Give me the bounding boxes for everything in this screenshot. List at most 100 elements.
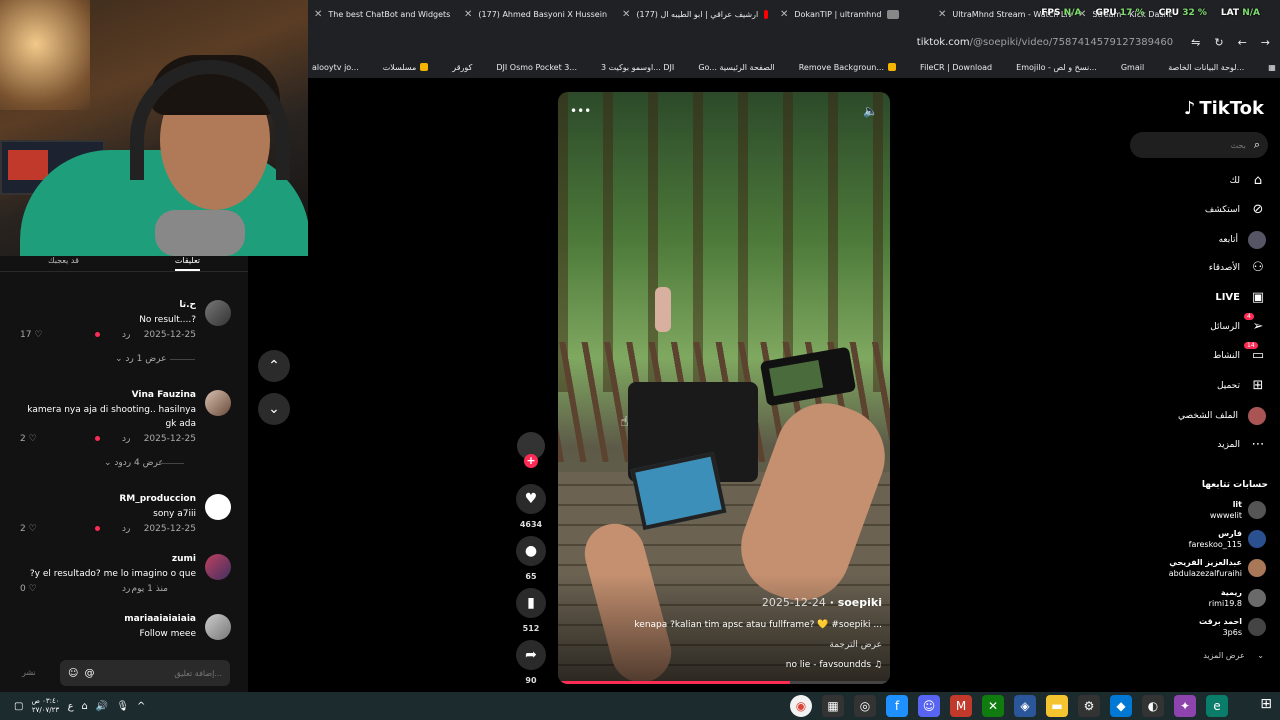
bookmark-icon[interactable]: ▮ (516, 588, 546, 618)
site-settings-icon[interactable]: ⇋ (1191, 36, 1200, 49)
forward-icon[interactable]: → (1261, 36, 1270, 49)
follow-button[interactable]: + (524, 454, 538, 468)
nav-more[interactable]: المزيد ⋯ (1217, 437, 1266, 452)
comment-author[interactable]: zumi (172, 554, 196, 564)
obs-icon[interactable]: ◎ (854, 695, 876, 717)
like-button[interactable]: 2 ♡ (20, 434, 37, 444)
bookmark[interactable]: Remove Backgroun... (799, 63, 896, 72)
nav-following[interactable]: أتابعه (1219, 231, 1266, 249)
windows-start-icon[interactable]: ⊞ (1260, 696, 1272, 712)
close-tab-icon[interactable]: ✕ (622, 9, 630, 20)
settings-icon[interactable]: ⚙ (1078, 695, 1100, 717)
save-action[interactable]: ▮ 512 (515, 588, 547, 633)
previous-video-button[interactable]: ⌃ (258, 350, 290, 382)
comment-action[interactable]: ● 65 (515, 536, 547, 581)
bookmark[interactable]: لوحة البيانات الخاصة... (1168, 63, 1244, 72)
nav-friends[interactable]: الأصدقاء ⚇ (1209, 260, 1266, 275)
volume-icon[interactable]: 🔈 (863, 104, 878, 118)
avatar[interactable] (205, 494, 231, 520)
following-account[interactable]: احمد برقت 3p6s (1199, 616, 1266, 638)
copilot-icon[interactable]: ✦ (1174, 695, 1196, 717)
url-field[interactable]: tiktok.com/@soepiki/video/75874145791273… (917, 37, 1173, 48)
comment-input-box[interactable]: ☺ @ إضافة تعليق... (60, 660, 230, 686)
app-icon[interactable]: ◐ (1142, 695, 1164, 717)
browser-tab[interactable]: ✕ (177) ارشيف عراقي | ابو الطيبه ال (616, 0, 774, 28)
avatar[interactable] (205, 390, 231, 416)
emoji-icon[interactable]: ☺ (68, 668, 78, 679)
clock[interactable]: ٠٣:٤٠ ص ٢٧/٠٧/٢٣ (31, 697, 59, 715)
comment-author[interactable]: RM_produccion (119, 494, 196, 504)
bookmark[interactable]: اوسمو بوكيت 3... DJI (601, 63, 674, 72)
following-account[interactable]: lit wwwelit (1210, 499, 1266, 521)
file-explorer-icon[interactable]: ▬ (1046, 695, 1068, 717)
nav-for-you[interactable]: لك ⌂ (1230, 173, 1266, 188)
following-account[interactable]: فارس fareskoo_115 (1189, 528, 1266, 550)
video-progress-bar[interactable] (558, 681, 890, 684)
volume-icon[interactable]: 🔊 (96, 701, 108, 712)
mention-icon[interactable]: @ (84, 668, 94, 679)
app-icon[interactable]: ◈ (1014, 695, 1036, 717)
comment-icon[interactable]: ● (516, 536, 546, 566)
reply-button[interactable]: رد (122, 584, 130, 594)
video-author[interactable]: 2025-12-24 · soepiki (762, 596, 882, 609)
tab-comments[interactable]: تعليقات (174, 256, 201, 271)
bookmark[interactable]: Emojilo - نسخ و لص... (1016, 63, 1097, 72)
bookmark[interactable]: alooytv jo... (312, 63, 359, 72)
bookmark[interactable]: FileCR | Download (920, 63, 992, 72)
nav-messages[interactable]: الرسائل ➢ 4 (1210, 313, 1266, 334)
browser-tab[interactable]: ✕ The best ChatBot and Widgets (308, 0, 458, 28)
post-button[interactable]: نشر (22, 668, 36, 677)
bookmark[interactable]: كورقر (452, 63, 472, 72)
edge-icon[interactable]: e (1206, 695, 1228, 717)
heart-icon[interactable]: ♥ (516, 484, 546, 514)
reply-button[interactable]: رد (122, 434, 130, 444)
chrome-icon[interactable]: ◉ (790, 695, 812, 717)
nav-explore[interactable]: استكشف ⊘ (1205, 202, 1266, 217)
nav-upload[interactable]: تحميل ⊞ (1217, 378, 1266, 393)
close-tab-icon[interactable]: ✕ (314, 9, 322, 20)
like-button[interactable]: 17 ♡ (20, 330, 42, 340)
bookmark[interactable]: Go... الصفحة الرئيسية (698, 63, 774, 72)
avatar[interactable] (205, 554, 231, 580)
view-replies-button[interactable]: ⌄ عرض 4 ردود (104, 458, 184, 468)
like-button[interactable]: 2 ♡ (20, 524, 37, 534)
bookmark[interactable]: DJI Osmo Pocket 3... (496, 63, 577, 72)
like-action[interactable]: ♥ 4634 (515, 484, 547, 529)
see-translation-link[interactable]: عرض الترجمة (829, 640, 882, 650)
reply-button[interactable]: رد (122, 524, 130, 534)
back-icon[interactable]: ← (1238, 36, 1247, 49)
video-player[interactable]: ••• 🔈 2025-12-24 · soepiki kenapa ?kalia… (558, 92, 890, 684)
tiktok-logo[interactable]: ♪ TikTok (1184, 98, 1264, 119)
close-tab-icon[interactable]: ✕ (780, 9, 788, 20)
app-icon[interactable]: ◆ (1110, 695, 1132, 717)
comment-author[interactable]: mariaaiaiaiaia (124, 614, 196, 624)
comment-input[interactable]: إضافة تعليق... (100, 669, 222, 678)
app-icon[interactable]: f (886, 695, 908, 717)
nav-profile[interactable]: الملف الشخصي (1178, 407, 1266, 425)
search-input[interactable]: بحث ⌕ (1130, 132, 1268, 158)
nav-activity[interactable]: النشاط ▭ 14 (1213, 342, 1266, 363)
like-button[interactable]: 0 ♡ (20, 584, 37, 594)
bookmark[interactable]: Gmail (1121, 63, 1144, 72)
close-tab-icon[interactable]: ✕ (464, 9, 472, 20)
search-icon[interactable]: ⌕ (1254, 138, 1260, 152)
chevron-up-icon[interactable]: ^ (137, 701, 145, 712)
app-icon[interactable]: M (950, 695, 972, 717)
notification-icon[interactable]: ▢ (14, 701, 23, 712)
reply-button[interactable]: رد (122, 330, 130, 340)
language-indicator[interactable]: ع (68, 701, 74, 712)
nav-live[interactable]: LIVE ▣ (1215, 290, 1266, 305)
microphone-icon[interactable]: 🎙 (116, 701, 129, 712)
discord-icon[interactable]: ☺ (918, 695, 940, 717)
apps-grid-icon[interactable]: ▦ (1268, 63, 1276, 72)
more-options-icon[interactable]: ••• (570, 104, 591, 118)
view-replies-button[interactable]: ⌄ عرض 1 رد (115, 354, 196, 364)
tab-creator-videos[interactable]: قد يعجبك (48, 256, 79, 271)
bookmark[interactable]: مسلسلات (383, 63, 429, 72)
store-icon[interactable]: ▦ (822, 695, 844, 717)
avatar[interactable] (205, 614, 231, 640)
browser-tab[interactable]: ✕ DokanTIP | ultramhnd (774, 0, 932, 28)
network-icon[interactable]: ⌂ (82, 701, 88, 712)
close-tab-icon[interactable]: ✕ (938, 9, 946, 20)
xbox-icon[interactable]: ✕ (982, 695, 1004, 717)
